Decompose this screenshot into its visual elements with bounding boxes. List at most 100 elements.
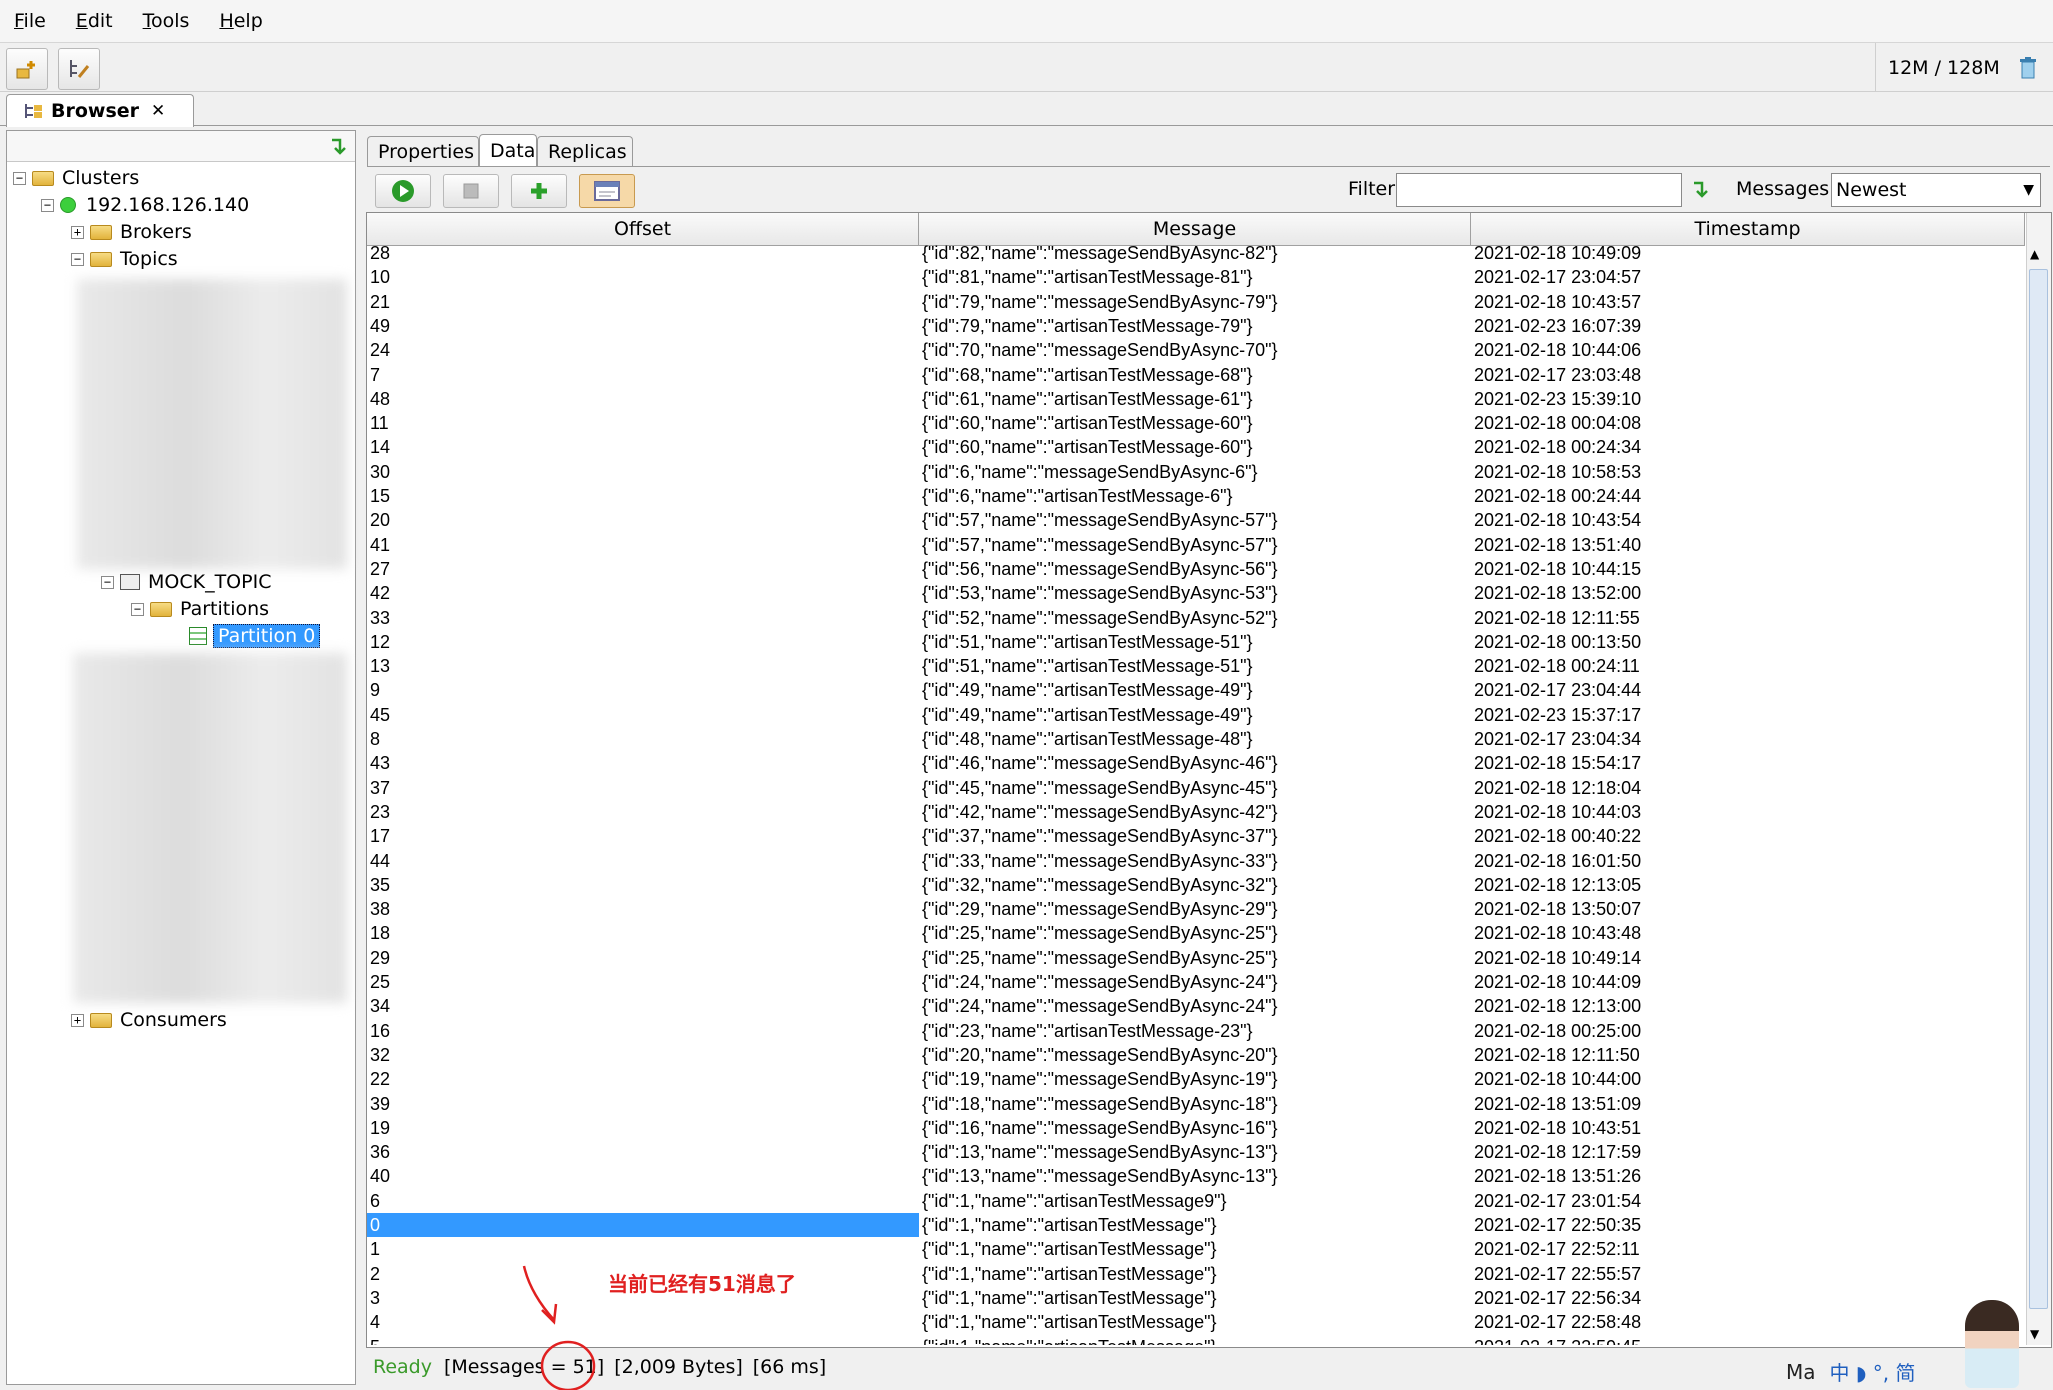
add-message-button[interactable] (511, 174, 567, 208)
refresh-arrow-icon[interactable] (329, 137, 347, 155)
blurred-topics-region (77, 279, 347, 569)
table-row[interactable]: 36 {"id":13,"name":"messageSendByAsync-13… (367, 1140, 2025, 1164)
scrollbar-thumb[interactable] (2029, 269, 2048, 1309)
table-row[interactable]: 34 {"id":24,"name":"messageSendByAsync-24… (367, 994, 2025, 1018)
cell-message: {"id":1,"name":"artisanTestMessage"} (922, 1215, 1217, 1235)
cell-message: {"id":49,"name":"artisanTestMessage-49"} (922, 680, 1253, 700)
table-row[interactable]: 9 {"id":49,"name":"artisanTestMessage-49"… (367, 678, 2025, 702)
table-row[interactable]: 20 {"id":57,"name":"messageSendByAsync-57… (367, 508, 2025, 532)
add-cluster-button[interactable] (6, 48, 48, 90)
table-row[interactable]: 37 {"id":45,"name":"messageSendByAsync-45… (367, 776, 2025, 800)
table-row[interactable]: 11 {"id":60,"name":"artisanTestMessage-60… (367, 411, 2025, 435)
ime-chars: 中 ◗ °, 简 (1829, 1361, 1916, 1385)
table-row[interactable]: 18 {"id":25,"name":"messageSendByAsync-25… (367, 921, 2025, 945)
table-row[interactable]: 22 {"id":19,"name":"messageSendByAsync-19… (367, 1067, 2025, 1091)
table-row[interactable]: 21 {"id":79,"name":"messageSendByAsync-79… (367, 290, 2025, 314)
table-row[interactable]: 1 {"id":1,"name":"artisanTestMessage"} 202… (367, 1237, 2025, 1261)
table-row[interactable]: 41 {"id":57,"name":"messageSendByAsync-57… (367, 533, 2025, 557)
cell-message: {"id":1,"name":"artisanTestMessage"} (922, 1288, 1217, 1308)
toggle-view-button[interactable] (579, 174, 635, 208)
cell-offset: 42 (370, 583, 391, 603)
tree-mock-topic[interactable]: − MOCK_TOPIC (101, 569, 271, 595)
table-row[interactable]: 16 {"id":23,"name":"artisanTestMessage-23… (367, 1019, 2025, 1043)
menu-help[interactable]: Help (205, 10, 278, 32)
table-row[interactable]: 28 {"id":82,"name":"messageSendByAsync-82… (367, 245, 2025, 265)
tree-consumers[interactable]: + Consumers (71, 1007, 227, 1033)
table-row[interactable]: 30 {"id":6,"name":"messageSendByAsync-6"}… (367, 460, 2025, 484)
table-row[interactable]: 15 {"id":6,"name":"artisanTestMessage-6"}… (367, 484, 2025, 508)
tree-partitions[interactable]: − Partitions (131, 596, 269, 622)
cell-message: {"id":49,"name":"artisanTestMessage-49"} (922, 705, 1253, 725)
tab-properties[interactable]: Properties (367, 136, 479, 166)
table-row[interactable]: 49 {"id":79,"name":"artisanTestMessage-79… (367, 314, 2025, 338)
collapse-icon[interactable]: − (41, 198, 54, 212)
table-row[interactable]: 48 {"id":61,"name":"artisanTestMessage-61… (367, 387, 2025, 411)
table-row[interactable]: 44 {"id":33,"name":"messageSendByAsync-33… (367, 849, 2025, 873)
vertical-scrollbar[interactable]: ▲ ▼ (2026, 213, 2051, 1345)
table-row[interactable]: 24 {"id":70,"name":"messageSendByAsync-70… (367, 338, 2025, 362)
column-offset[interactable]: Offset (367, 213, 919, 245)
start-button[interactable] (375, 174, 431, 208)
collapse-icon[interactable]: − (71, 252, 84, 266)
tab-replicas[interactable]: Replicas (537, 136, 633, 166)
collapse-icon[interactable]: − (101, 575, 114, 589)
table-row[interactable]: 29 {"id":25,"name":"messageSendByAsync-25… (367, 946, 2025, 970)
expand-icon[interactable]: + (71, 1013, 84, 1027)
table-row[interactable]: 35 {"id":32,"name":"messageSendByAsync-32… (367, 873, 2025, 897)
table-row[interactable]: 4 {"id":1,"name":"artisanTestMessage"} 202… (367, 1310, 2025, 1334)
tree-partition-0[interactable]: Partition 0 (189, 623, 321, 649)
table-row[interactable]: 42 {"id":53,"name":"messageSendByAsync-53… (367, 581, 2025, 605)
ime-indicator[interactable]: Ma 中 ◗ °, 简 (1786, 1357, 1915, 1386)
table-row[interactable]: 0 {"id":1,"name":"artisanTestMessage"} 202… (367, 1213, 2025, 1237)
stop-button[interactable] (443, 174, 499, 208)
table-row[interactable]: 32 {"id":20,"name":"messageSendByAsync-20… (367, 1043, 2025, 1067)
apply-filter-arrow-icon[interactable] (1691, 180, 1711, 200)
table-row[interactable]: 27 {"id":56,"name":"messageSendByAsync-56… (367, 557, 2025, 581)
column-message[interactable]: Message (919, 213, 1471, 245)
cell-message: {"id":16,"name":"messageSendByAsync-16"} (922, 1118, 1278, 1138)
menu-file[interactable]: File (0, 10, 62, 32)
table-row[interactable]: 25 {"id":24,"name":"messageSendByAsync-24… (367, 970, 2025, 994)
table-row[interactable]: 43 {"id":46,"name":"messageSendByAsync-46… (367, 751, 2025, 775)
close-icon[interactable]: ✕ (151, 101, 165, 121)
cell-message: {"id":53,"name":"messageSendByAsync-53"} (922, 583, 1278, 603)
table-row[interactable]: 39 {"id":18,"name":"messageSendByAsync-18… (367, 1092, 2025, 1116)
tree-toolbar (7, 131, 355, 162)
tree-topics[interactable]: − Topics (71, 246, 178, 272)
tree-cluster-node[interactable]: −192.168.126.140 (41, 192, 249, 218)
table-row[interactable]: 38 {"id":29,"name":"messageSendByAsync-29… (367, 897, 2025, 921)
table-row[interactable]: 6 {"id":1,"name":"artisanTestMessage9"} 20… (367, 1189, 2025, 1213)
collapse-icon[interactable]: − (13, 171, 26, 185)
tree-brokers[interactable]: + Brokers (71, 219, 192, 245)
tree-clusters[interactable]: − Clusters (13, 165, 139, 191)
table-row[interactable]: 5{"id":1,"name":"artisanTestMessage"}202… (367, 1335, 2025, 1345)
table-row[interactable]: 17 {"id":37,"name":"messageSendByAsync-37… (367, 824, 2025, 848)
column-timestamp[interactable]: Timestamp (1471, 213, 2025, 245)
filter-input[interactable] (1396, 173, 1682, 207)
table-row[interactable]: 33 {"id":52,"name":"messageSendByAsync-52… (367, 606, 2025, 630)
collapse-icon[interactable]: − (131, 602, 144, 616)
folder-open-icon (150, 601, 172, 617)
table-row[interactable]: 10 {"id":81,"name":"artisanTestMessage-81… (367, 265, 2025, 289)
trash-icon[interactable] (2018, 56, 2038, 80)
table-row[interactable]: 40 {"id":13,"name":"messageSendByAsync-13… (367, 1164, 2025, 1188)
table-row[interactable]: 45 {"id":49,"name":"artisanTestMessage-49… (367, 703, 2025, 727)
cell-message: {"id":1,"name":"artisanTestMessage"} (922, 1239, 1217, 1259)
messages-select[interactable]: Newest ▼ (1831, 173, 2041, 207)
menu-tools[interactable]: Tools (129, 10, 206, 32)
table-row[interactable]: 7 {"id":68,"name":"artisanTestMessage-68"… (367, 363, 2025, 387)
table-row[interactable]: 13 {"id":51,"name":"artisanTestMessage-51… (367, 654, 2025, 678)
expand-icon[interactable]: + (71, 225, 84, 239)
cell-timestamp: 2021-02-18 00:24:44 (1474, 486, 1642, 506)
scroll-down-icon[interactable]: ▼ (2030, 1327, 2039, 1341)
table-row[interactable]: 23 {"id":42,"name":"messageSendByAsync-42… (367, 800, 2025, 824)
scroll-up-icon[interactable]: ▲ (2030, 247, 2039, 261)
table-row[interactable]: 8 {"id":48,"name":"artisanTestMessage-48"… (367, 727, 2025, 751)
table-row[interactable]: 19 {"id":16,"name":"messageSendByAsync-16… (367, 1116, 2025, 1140)
table-row[interactable]: 12 {"id":51,"name":"artisanTestMessage-51… (367, 630, 2025, 654)
menu-edit[interactable]: Edit (62, 10, 129, 32)
tab-data[interactable]: Data (479, 134, 537, 166)
table-row[interactable]: 14 {"id":60,"name":"artisanTestMessage-60… (367, 435, 2025, 459)
tab-browser[interactable]: Browser ✕ (6, 94, 194, 127)
edit-cluster-button[interactable] (58, 48, 100, 90)
